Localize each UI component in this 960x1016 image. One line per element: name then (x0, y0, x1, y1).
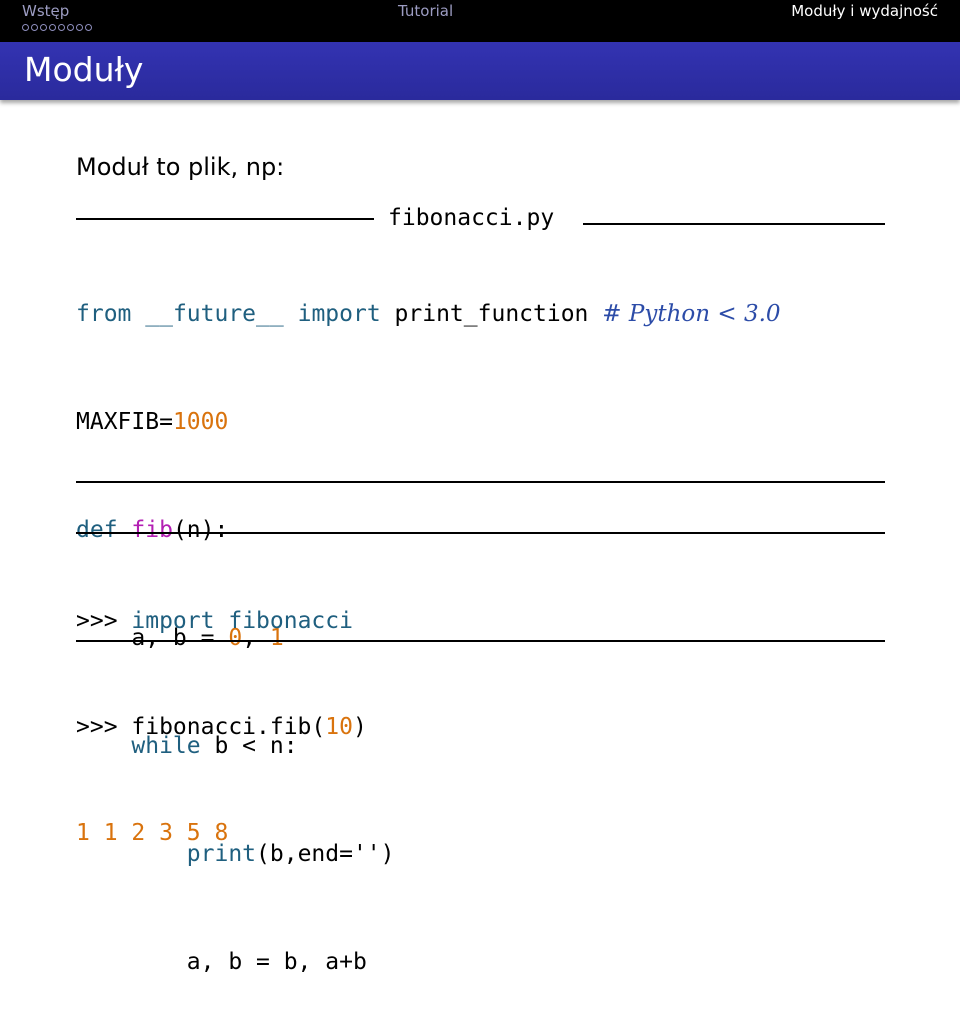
nav-section-wstep[interactable]: Wstęp (22, 2, 69, 20)
keyword-from: from (76, 301, 132, 327)
console-session: >>> import fibonacci >>> fibonacci.fib(1… (76, 532, 367, 886)
number-literal: 10 (325, 714, 353, 740)
module-future: __future__ (145, 301, 284, 327)
import-name: print_function (394, 301, 589, 327)
console-line: >>> import fibonacci (76, 604, 367, 638)
variable-assign: MAXFIB= (76, 409, 173, 435)
keyword-import: import (297, 301, 381, 327)
nav-section-moduly[interactable]: Moduły i wydajność (791, 2, 938, 20)
slide-dot[interactable] (58, 24, 65, 31)
console-output: 1 1 2 3 5 8 (76, 820, 229, 846)
top-navigation-bar: Wstęp Tutorial Moduły i wydajność (0, 0, 960, 42)
call-close: ) (352, 714, 367, 740)
function-call: fibonacci.fib( (131, 714, 326, 740)
code-line: from __future__ import print_function # … (76, 296, 781, 332)
nav-section-tutorial[interactable]: Tutorial (398, 2, 453, 20)
file-header-rule-left (76, 218, 374, 220)
code-line: a, b = b, a+b (76, 944, 781, 980)
intro-text: Moduł to plik, np: (76, 153, 285, 181)
number-literal: 1000 (172, 409, 229, 435)
slide-dot[interactable] (49, 24, 56, 31)
module-name: fibonacci (228, 608, 353, 634)
slide-dot[interactable] (40, 24, 47, 31)
slide-dot[interactable] (67, 24, 74, 31)
code-line: MAXFIB=1000 (76, 404, 781, 440)
keyword-import: import (131, 608, 215, 634)
frame-title: Moduły (24, 50, 144, 89)
slide-dot[interactable] (85, 24, 92, 31)
frame-title-bar: Moduły (0, 42, 960, 100)
swap-statement: a, b = b, a+b (186, 949, 367, 975)
code-comment: # Python < 3.0 (602, 301, 781, 327)
console-prompt: >>> (76, 714, 132, 740)
console-prompt: >>> (76, 608, 132, 634)
slide-dot[interactable] (22, 24, 29, 31)
code-bottom-rule (76, 481, 885, 483)
console-bottom-rule (76, 640, 885, 642)
console-line: >>> fibonacci.fib(10) (76, 710, 367, 744)
slide-dot[interactable] (76, 24, 83, 31)
slide-dot[interactable] (31, 24, 38, 31)
slide-progress-dots (22, 24, 92, 31)
